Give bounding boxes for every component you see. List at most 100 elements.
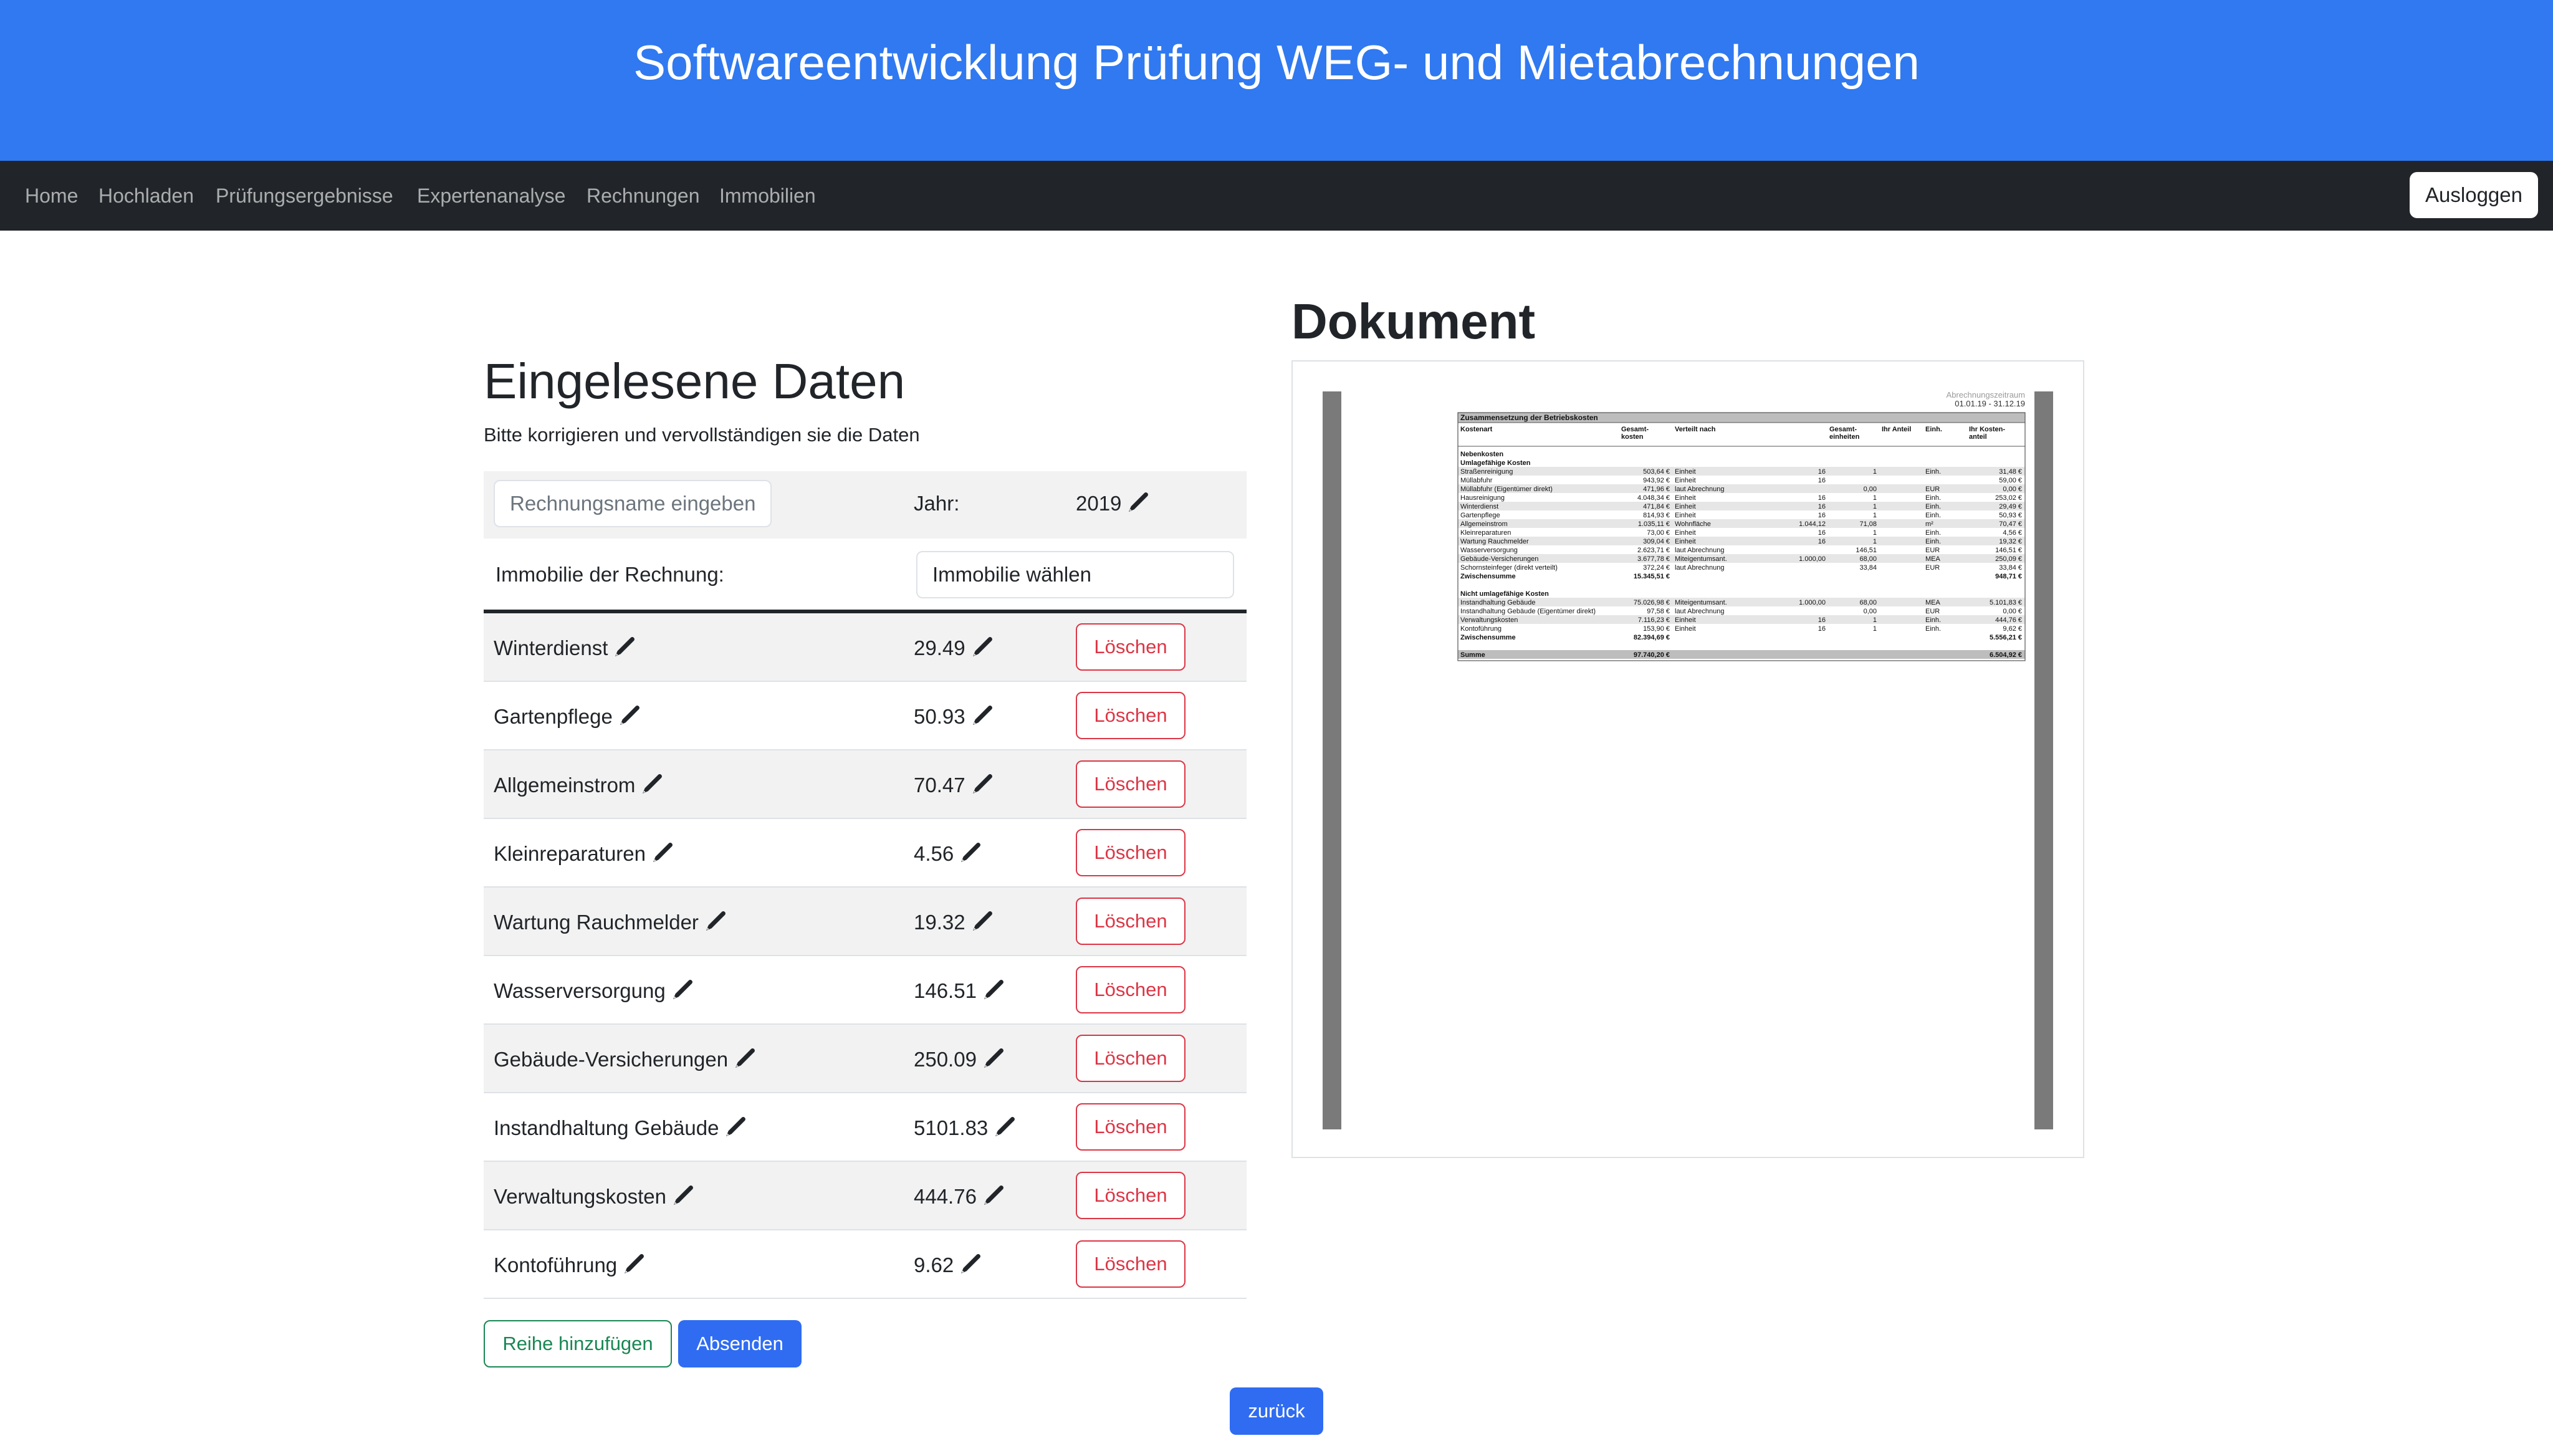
cost-name-cell[interactable]: Verwaltungskosten — [494, 1184, 694, 1209]
doc-cell: 97,58 € — [1647, 608, 1670, 615]
pencil-icon[interactable] — [982, 1048, 1004, 1070]
pencil-icon[interactable] — [993, 1116, 1015, 1139]
delete-button[interactable]: Löschen — [1076, 623, 1185, 671]
invoice-name-input[interactable]: Rechnungsname eingeben — [494, 480, 772, 527]
cost-name: Wasserversorgung — [494, 979, 666, 1002]
nav-home[interactable]: Home — [25, 161, 78, 231]
pencil-icon[interactable] — [982, 1185, 1004, 1207]
pencil-icon[interactable] — [640, 774, 663, 796]
year-label: Jahr: — [914, 492, 960, 515]
doc-cell: Winterdienst — [1460, 503, 1498, 510]
cost-name: Kleinreparaturen — [494, 842, 646, 865]
document-preview: Abrechnungszeitraum01.01.19 - 31.12.19 Zu… — [1457, 390, 2026, 661]
pencil-icon[interactable] — [970, 705, 993, 727]
delete-button[interactable]: Löschen — [1076, 1103, 1185, 1151]
doc-cell: 16 — [1818, 529, 1826, 537]
cost-value-cell[interactable]: 146.51 — [914, 979, 1004, 1003]
cost-value-cell[interactable]: 29.49 — [914, 636, 993, 661]
property-label: Immobilie der Rechnung: — [496, 563, 724, 586]
cost-name-cell[interactable]: Gartenpflege — [494, 704, 640, 729]
cost-name: Gebäude-Versicherungen — [494, 1048, 729, 1071]
document-right-scrollbar[interactable] — [2034, 391, 2053, 1129]
cost-value-cell[interactable]: 19.32 — [914, 910, 993, 935]
pencil-icon[interactable] — [733, 1048, 755, 1070]
nav-hochladen[interactable]: Hochladen — [98, 161, 194, 231]
delete-button[interactable]: Löschen — [1076, 1172, 1185, 1219]
pencil-icon[interactable] — [970, 636, 993, 659]
doc-cell: m² — [1925, 520, 1933, 528]
delete-button[interactable]: Löschen — [1076, 760, 1185, 808]
pencil-icon[interactable] — [959, 1253, 981, 1276]
delete-button[interactable]: Löschen — [1076, 966, 1185, 1013]
doc-cell: Gartenpflege — [1460, 512, 1500, 519]
cost-value-cell[interactable]: 4.56 — [914, 841, 981, 866]
pencil-icon[interactable] — [671, 979, 693, 1002]
pencil-icon[interactable] — [671, 1185, 694, 1207]
doc-column-header: Gesamt- — [1829, 426, 1857, 433]
add-row-button[interactable]: Reihe hinzufügen — [484, 1320, 672, 1367]
doc-cell: 4,56 € — [2003, 529, 2022, 537]
nav-rechnungen[interactable]: Rechnungen — [587, 161, 699, 231]
doc-cell: Miteigentumsant. — [1675, 599, 1727, 606]
delete-button[interactable]: Löschen — [1076, 1240, 1185, 1288]
document-viewer[interactable]: Abrechnungszeitraum 01.01.19 - 31.12.19 Zu… — [1291, 360, 2084, 1158]
cost-name-cell[interactable]: Gebäude-Versicherungen — [494, 1047, 755, 1072]
doc-cell: 0,00 — [1864, 486, 1877, 493]
doc-cell: 97.740,20 € — [1634, 651, 1670, 659]
cost-value-cell[interactable]: 250.09 — [914, 1047, 1004, 1072]
doc-cell: Müllabfuhr (Eigentümer direkt) — [1460, 486, 1553, 493]
nav-pruefungsergebnisse[interactable]: Prüfungsergebnisse — [216, 161, 393, 231]
delete-button[interactable]: Löschen — [1076, 829, 1185, 876]
doc-cell: Einheit — [1675, 494, 1696, 502]
doc-cell: 1 — [1873, 468, 1877, 476]
pencil-icon[interactable] — [613, 636, 635, 659]
cost-value-cell[interactable]: 50.93 — [914, 704, 993, 729]
doc-cell: 6.504,92 € — [1990, 651, 2022, 659]
pencil-icon[interactable] — [704, 911, 726, 933]
doc-cell: Allgemeinstrom — [1460, 520, 1508, 528]
pencil-icon[interactable] — [970, 774, 993, 796]
pencil-icon[interactable] — [982, 979, 1004, 1002]
cost-value-cell[interactable]: 5101.83 — [914, 1116, 1015, 1141]
submit-button[interactable]: Absenden — [678, 1320, 802, 1367]
cost-name-cell[interactable]: Allgemeinstrom — [494, 773, 663, 798]
doc-cell: 82.394,69 € — [1634, 634, 1670, 641]
cost-value-cell[interactable]: 9.62 — [914, 1253, 981, 1278]
year-value-cell[interactable]: 2019 — [1076, 491, 1149, 516]
doc-cell: laut Abrechnung — [1675, 564, 1725, 572]
delete-button[interactable]: Löschen — [1076, 1035, 1185, 1082]
delete-button[interactable]: Löschen — [1076, 898, 1185, 945]
back-button[interactable]: zurück — [1230, 1387, 1323, 1435]
cost-name-cell[interactable]: Kontoführung — [494, 1253, 644, 1278]
cost-name-cell[interactable]: Kleinreparaturen — [494, 841, 673, 866]
logout-button[interactable]: Ausloggen — [2410, 172, 2538, 218]
cost-name-cell[interactable]: Instandhaltung Gebäude — [494, 1116, 746, 1141]
pencil-icon[interactable] — [724, 1116, 746, 1139]
cost-name-cell[interactable]: Winterdienst — [494, 636, 635, 661]
doc-period-label: Abrechnungszeitraum — [1947, 390, 2025, 400]
nav-expertenanalyse[interactable]: Expertenanalyse — [417, 161, 565, 231]
pencil-icon[interactable] — [651, 842, 673, 865]
pencil-icon[interactable] — [618, 705, 640, 727]
doc-cell: Straßenreinigung — [1460, 468, 1513, 476]
pencil-icon[interactable] — [1126, 492, 1149, 514]
property-select[interactable]: Immobilie wählen — [916, 551, 1234, 598]
pencil-icon[interactable] — [959, 842, 981, 865]
year-value: 2019 — [1076, 492, 1122, 515]
doc-cell: Einheit — [1675, 468, 1696, 476]
doc-cell: 16 — [1818, 477, 1826, 484]
pencil-icon[interactable] — [970, 911, 993, 933]
cost-name-cell[interactable]: Wartung Rauchmelder — [494, 910, 726, 935]
cost-value-cell[interactable]: 70.47 — [914, 773, 993, 798]
nav-immobilien[interactable]: Immobilien — [719, 161, 816, 231]
cost-name-cell[interactable]: Wasserversorgung — [494, 979, 693, 1003]
doc-cell: 7.116,23 € — [1638, 616, 1670, 624]
row-divider — [484, 1298, 1247, 1299]
form-heading: Eingelesene Daten — [484, 353, 906, 409]
row-divider — [484, 1229, 1247, 1230]
pencil-icon[interactable] — [622, 1253, 644, 1276]
delete-button[interactable]: Löschen — [1076, 692, 1185, 739]
cost-value-cell[interactable]: 444.76 — [914, 1184, 1004, 1209]
doc-column-header: einheiten — [1829, 433, 1860, 441]
document-left-scrollbar[interactable] — [1323, 391, 1341, 1129]
